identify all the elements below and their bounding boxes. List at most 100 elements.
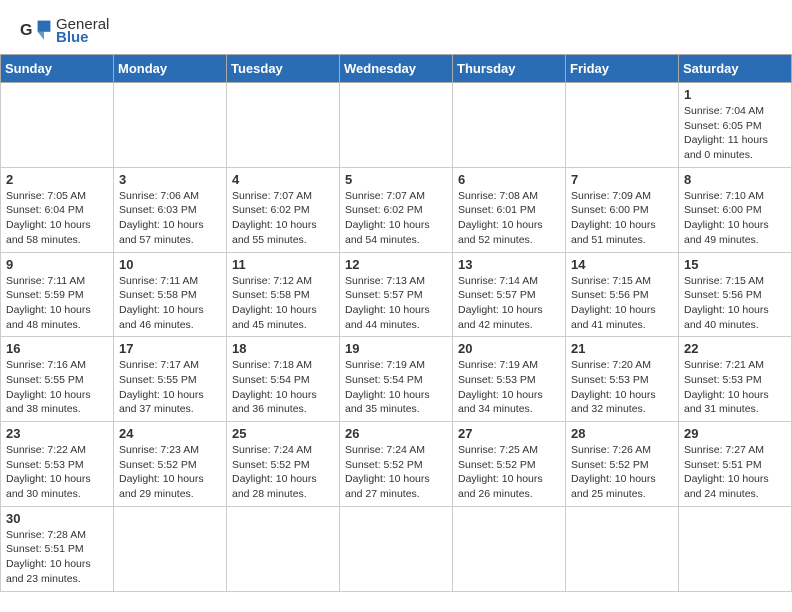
day-info: Sunrise: 7:27 AMSunset: 5:51 PMDaylight:… [684, 443, 786, 502]
day-number: 16 [6, 341, 108, 356]
weekday-sunday: Sunday [1, 55, 114, 83]
day-info: Sunrise: 7:16 AMSunset: 5:55 PMDaylight:… [6, 358, 108, 417]
weekday-tuesday: Tuesday [227, 55, 340, 83]
day-info: Sunrise: 7:07 AMSunset: 6:02 PMDaylight:… [232, 189, 334, 248]
day-number: 2 [6, 172, 108, 187]
day-number: 15 [684, 257, 786, 272]
day-info: Sunrise: 7:07 AMSunset: 6:02 PMDaylight:… [345, 189, 447, 248]
svg-text:G: G [20, 22, 32, 39]
day-number: 22 [684, 341, 786, 356]
calendar-cell: 27 Sunrise: 7:25 AMSunset: 5:52 PMDayligh… [453, 422, 566, 507]
day-info: Sunrise: 7:14 AMSunset: 5:57 PMDaylight:… [458, 274, 560, 333]
calendar-cell: 8 Sunrise: 7:10 AMSunset: 6:00 PMDaylight… [679, 167, 792, 252]
day-info: Sunrise: 7:19 AMSunset: 5:53 PMDaylight:… [458, 358, 560, 417]
calendar-cell [679, 506, 792, 591]
day-info: Sunrise: 7:11 AMSunset: 5:58 PMDaylight:… [119, 274, 221, 333]
day-info: Sunrise: 7:13 AMSunset: 5:57 PMDaylight:… [345, 274, 447, 333]
calendar-cell [1, 83, 114, 168]
day-info: Sunrise: 7:12 AMSunset: 5:58 PMDaylight:… [232, 274, 334, 333]
calendar-cell: 16 Sunrise: 7:16 AMSunset: 5:55 PMDayligh… [1, 337, 114, 422]
calendar-cell: 3Sunrise: 7:06 AMSunset: 6:03 PMDaylight… [114, 167, 227, 252]
calendar-cell: 18 Sunrise: 7:18 AMSunset: 5:54 PMDayligh… [227, 337, 340, 422]
calendar-cell [227, 83, 340, 168]
day-info: Sunrise: 7:25 AMSunset: 5:52 PMDaylight:… [458, 443, 560, 502]
day-number: 27 [458, 426, 560, 441]
day-number: 29 [684, 426, 786, 441]
day-number: 30 [6, 511, 108, 526]
weekday-header-row: SundayMondayTuesdayWednesdayThursdayFrid… [1, 55, 792, 83]
calendar-cell [227, 506, 340, 591]
calendar-cell: 28 Sunrise: 7:26 AMSunset: 5:52 PMDayligh… [566, 422, 679, 507]
day-info: Sunrise: 7:15 AMSunset: 5:56 PMDaylight:… [571, 274, 673, 333]
calendar-cell: 11Sunrise: 7:12 AMSunset: 5:58 PMDayligh… [227, 252, 340, 337]
calendar-cell: 12 Sunrise: 7:13 AMSunset: 5:57 PMDayligh… [340, 252, 453, 337]
day-info: Sunrise: 7:15 AMSunset: 5:56 PMDaylight:… [684, 274, 786, 333]
day-info: Sunrise: 7:24 AMSunset: 5:52 PMDaylight:… [345, 443, 447, 502]
calendar-cell: 26Sunrise: 7:24 AMSunset: 5:52 PMDayligh… [340, 422, 453, 507]
day-number: 23 [6, 426, 108, 441]
day-info: Sunrise: 7:17 AMSunset: 5:55 PMDaylight:… [119, 358, 221, 417]
day-number: 24 [119, 426, 221, 441]
calendar-row-0: 1Sunrise: 7:04 AMSunset: 6:05 PMDaylight… [1, 83, 792, 168]
weekday-thursday: Thursday [453, 55, 566, 83]
day-number: 18 [232, 341, 334, 356]
day-number: 21 [571, 341, 673, 356]
day-number: 13 [458, 257, 560, 272]
calendar-row-1: 2Sunrise: 7:05 AMSunset: 6:04 PMDaylight… [1, 167, 792, 252]
day-info: Sunrise: 7:26 AMSunset: 5:52 PMDaylight:… [571, 443, 673, 502]
calendar-cell: 23 Sunrise: 7:22 AMSunset: 5:53 PMDayligh… [1, 422, 114, 507]
calendar-cell: 15 Sunrise: 7:15 AMSunset: 5:56 PMDayligh… [679, 252, 792, 337]
day-number: 28 [571, 426, 673, 441]
day-number: 14 [571, 257, 673, 272]
weekday-wednesday: Wednesday [340, 55, 453, 83]
calendar-cell: 25Sunrise: 7:24 AMSunset: 5:52 PMDayligh… [227, 422, 340, 507]
calendar-cell: 14 Sunrise: 7:15 AMSunset: 5:56 PMDayligh… [566, 252, 679, 337]
calendar-cell [340, 506, 453, 591]
calendar-cell: 4 Sunrise: 7:07 AMSunset: 6:02 PMDaylight… [227, 167, 340, 252]
logo-icon: G [20, 17, 52, 45]
day-number: 9 [6, 257, 108, 272]
day-info: Sunrise: 7:24 AMSunset: 5:52 PMDaylight:… [232, 443, 334, 502]
day-info: Sunrise: 7:23 AMSunset: 5:52 PMDaylight:… [119, 443, 221, 502]
calendar-cell: 17 Sunrise: 7:17 AMSunset: 5:55 PMDayligh… [114, 337, 227, 422]
calendar-cell: 2Sunrise: 7:05 AMSunset: 6:04 PMDaylight… [1, 167, 114, 252]
calendar: SundayMondayTuesdayWednesdayThursdayFrid… [0, 54, 792, 592]
calendar-cell: 1Sunrise: 7:04 AMSunset: 6:05 PMDaylight… [679, 83, 792, 168]
calendar-row-4: 23 Sunrise: 7:22 AMSunset: 5:53 PMDayligh… [1, 422, 792, 507]
calendar-row-2: 9 Sunrise: 7:11 AMSunset: 5:59 PMDaylight… [1, 252, 792, 337]
calendar-cell [566, 83, 679, 168]
day-info: Sunrise: 7:18 AMSunset: 5:54 PMDaylight:… [232, 358, 334, 417]
day-info: Sunrise: 7:11 AMSunset: 5:59 PMDaylight:… [6, 274, 108, 333]
calendar-cell: 9 Sunrise: 7:11 AMSunset: 5:59 PMDaylight… [1, 252, 114, 337]
day-info: Sunrise: 7:21 AMSunset: 5:53 PMDaylight:… [684, 358, 786, 417]
day-number: 4 [232, 172, 334, 187]
day-number: 3 [119, 172, 221, 187]
day-number: 6 [458, 172, 560, 187]
day-info: Sunrise: 7:09 AMSunset: 6:00 PMDaylight:… [571, 189, 673, 248]
calendar-row-3: 16 Sunrise: 7:16 AMSunset: 5:55 PMDayligh… [1, 337, 792, 422]
calendar-cell [453, 83, 566, 168]
day-number: 17 [119, 341, 221, 356]
day-number: 12 [345, 257, 447, 272]
calendar-cell [453, 506, 566, 591]
calendar-cell: 10Sunrise: 7:11 AMSunset: 5:58 PMDayligh… [114, 252, 227, 337]
day-number: 7 [571, 172, 673, 187]
calendar-cell: 19Sunrise: 7:19 AMSunset: 5:54 PMDayligh… [340, 337, 453, 422]
logo: G General Blue [20, 16, 109, 46]
day-info: Sunrise: 7:19 AMSunset: 5:54 PMDaylight:… [345, 358, 447, 417]
weekday-saturday: Saturday [679, 55, 792, 83]
calendar-cell: 6Sunrise: 7:08 AMSunset: 6:01 PMDaylight… [453, 167, 566, 252]
day-info: Sunrise: 7:28 AMSunset: 5:51 PMDaylight:… [6, 528, 108, 587]
calendar-cell: 24 Sunrise: 7:23 AMSunset: 5:52 PMDayligh… [114, 422, 227, 507]
day-info: Sunrise: 7:22 AMSunset: 5:53 PMDaylight:… [6, 443, 108, 502]
calendar-cell: 5 Sunrise: 7:07 AMSunset: 6:02 PMDaylight… [340, 167, 453, 252]
calendar-cell [114, 83, 227, 168]
calendar-cell: 29 Sunrise: 7:27 AMSunset: 5:51 PMDayligh… [679, 422, 792, 507]
calendar-cell: 22 Sunrise: 7:21 AMSunset: 5:53 PMDayligh… [679, 337, 792, 422]
day-info: Sunrise: 7:10 AMSunset: 6:00 PMDaylight:… [684, 189, 786, 248]
calendar-cell: 20Sunrise: 7:19 AMSunset: 5:53 PMDayligh… [453, 337, 566, 422]
day-number: 8 [684, 172, 786, 187]
day-info: Sunrise: 7:20 AMSunset: 5:53 PMDaylight:… [571, 358, 673, 417]
day-number: 5 [345, 172, 447, 187]
calendar-cell [340, 83, 453, 168]
